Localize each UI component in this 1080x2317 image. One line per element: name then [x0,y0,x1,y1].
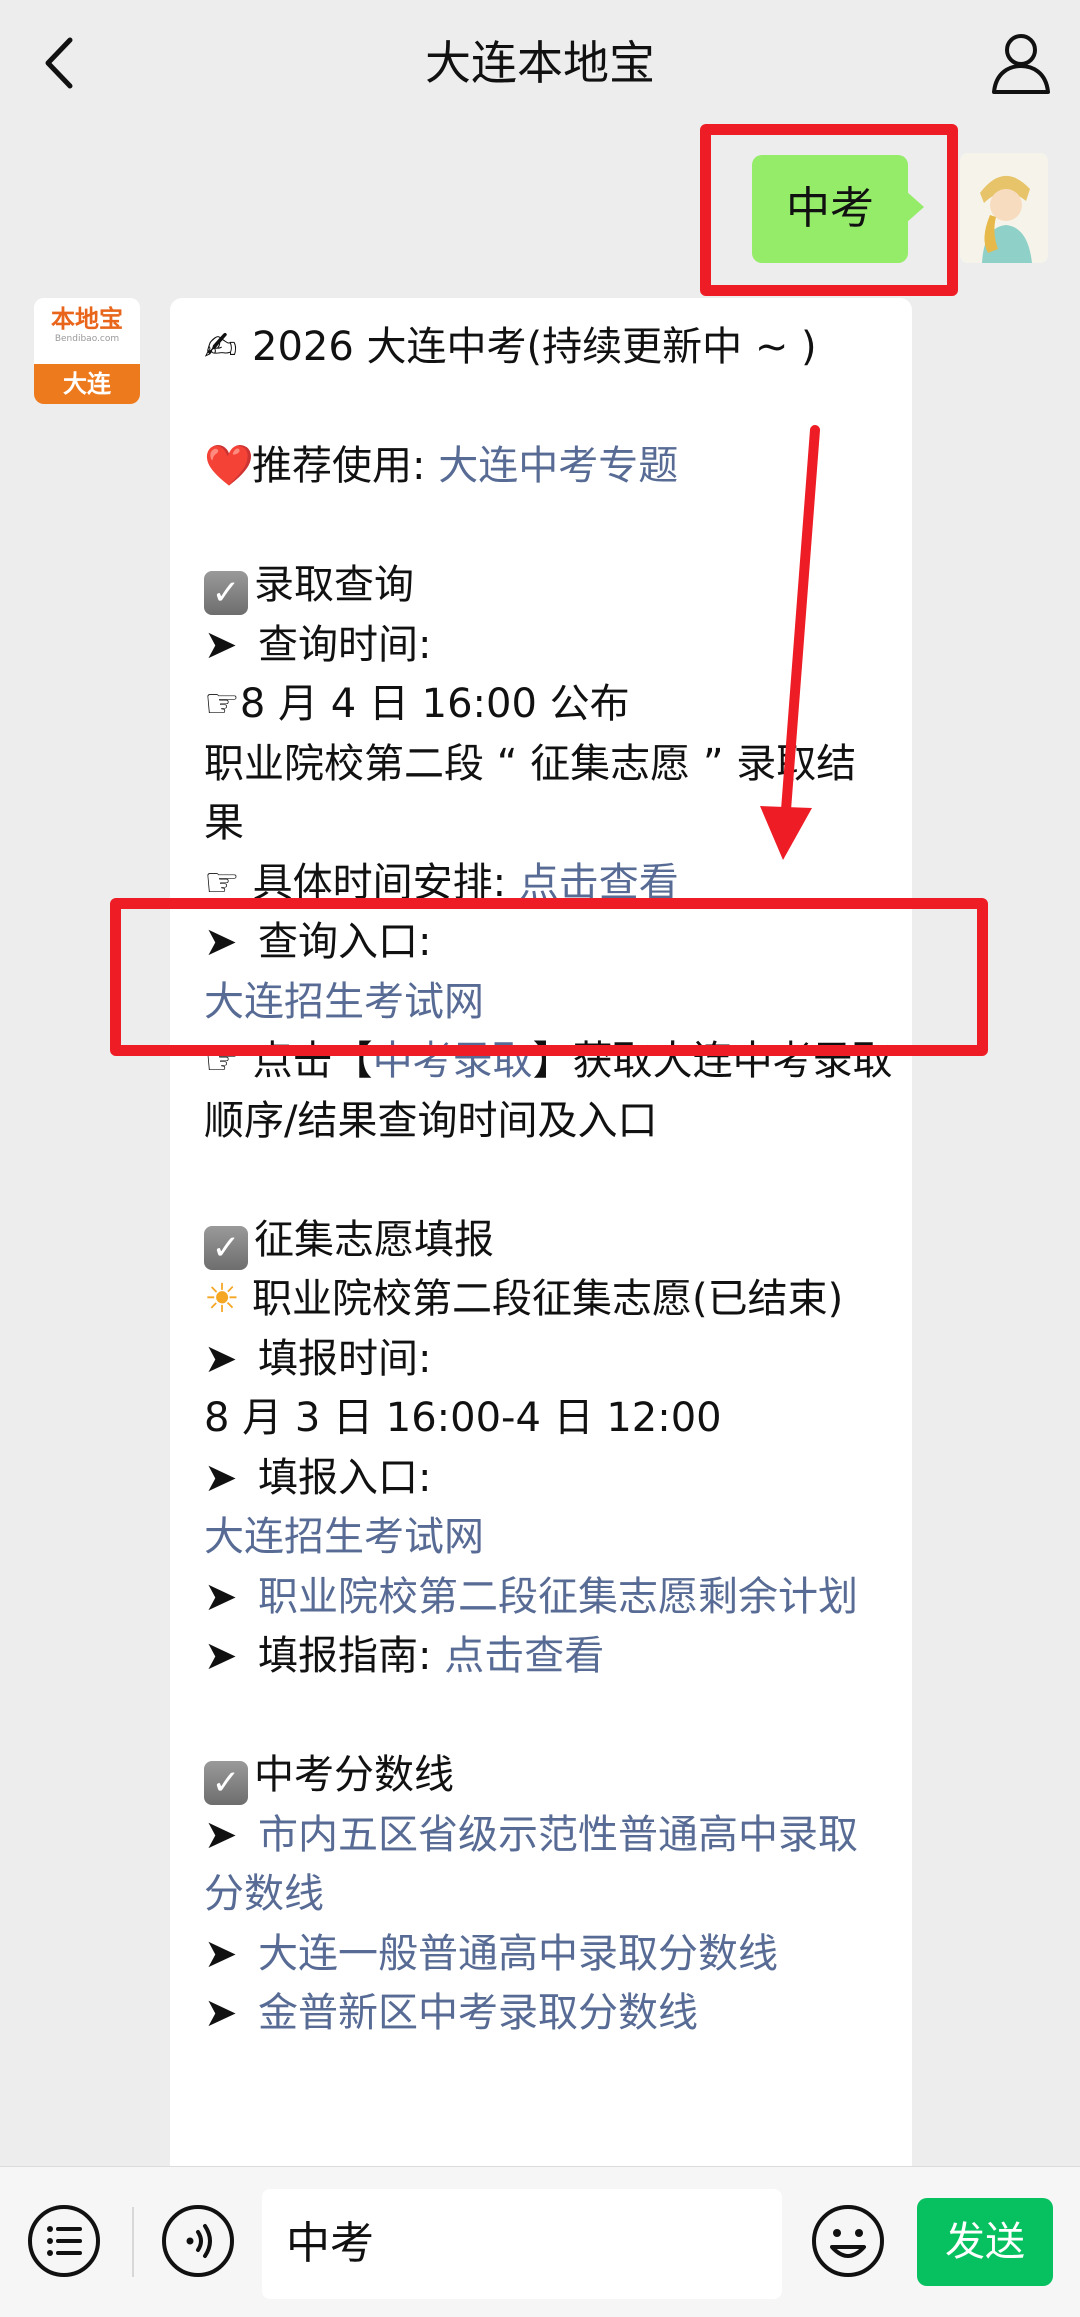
arrow-icon: ➤ [204,1573,238,1620]
recommend-label: 推荐使用: [252,443,426,489]
section-title-text: 征集志愿填报 [254,1216,494,1263]
scoreline-link[interactable]: 市内五区省级示范性普通高中录取分数线 [204,1812,858,1918]
sun-icon: ☀ [204,1276,240,1322]
list-item: ➤ 金普新区中考录取分数线 [204,1984,894,2044]
list-item: ➤ 市内五区省级示范性普通高中录取分数线 [204,1806,894,1925]
arrow-icon: ➤ [204,621,238,668]
input-bar: 中考 发送 [0,2166,1080,2317]
exam-site-link[interactable]: 大连招生考试网 [204,1508,894,1568]
menu-list-icon[interactable] [26,2203,102,2279]
arrow-icon: ➤ [204,1633,238,1679]
arrow-icon: ➤ [204,1930,238,1977]
avatar-logo-text: 本地宝 [51,305,123,333]
list-item: 职业院校第二段 “ 征集志愿 ” 录取结果 [204,740,857,847]
recommend-link[interactable]: 大连中考专题 [438,443,678,489]
list-item-text: 职业院校第二段征集志愿(已结束) [252,1276,844,1322]
voice-input-icon[interactable] [160,2203,236,2279]
arrow-icon: ➤ [204,1335,238,1382]
page-title: 大连本地宝 [425,36,655,90]
list-item-text: 填报入口: [258,1454,432,1501]
arrow-icon: ➤ [204,1990,238,2036]
chat-header: 大连本地宝 [0,0,1080,126]
back-chevron-icon[interactable] [30,30,90,96]
section-title-text: 中考分数线 [254,1752,454,1798]
official-account-avatar[interactable]: 本地宝 Bendibao.com 大连 [34,298,140,404]
section-volunteer-title: ✓ 征集志愿填报 [204,1211,894,1271]
pointing-hand-icon: ☞ [204,681,240,727]
check-box-icon: ✓ [204,1225,248,1270]
incoming-message-bubble: ✍ 2026 大连中考(持续更新中 ~ ) ❤️推荐使用: 大连中考专题 ✓ 录取查… [170,298,912,2178]
list-item: ☞8 月 4 日 16:00 公布 [204,675,894,735]
avatar-city-text: 大连 [34,364,140,404]
annotation-box-outgoing [700,124,958,296]
heart-icon: ❤️ [204,443,254,489]
message-title-line: ✍ 2026 大连中考(持续更新中 ~ ) [204,318,894,378]
section-scoreline-title: ✓ 中考分数线 [204,1746,894,1806]
divider [132,2207,134,2277]
list-item: 8 月 3 日 16:00-4 日 12:00 [204,1395,722,1441]
recommend-line: ❤️推荐使用: 大连中考专题 [204,437,894,497]
list-item-text: 查询时间: [258,621,432,668]
scoreline-link[interactable]: 大连一般普通高中录取分数线 [258,1931,778,1977]
writing-hand-icon: ✍ [204,324,238,370]
list-item-text: 填报时间: [258,1335,432,1382]
send-button[interactable]: 发送 [917,2198,1053,2286]
section-admission-title: ✓ 录取查询 [204,556,894,616]
message-input[interactable]: 中考 [262,2189,782,2299]
list-item-text: 8 月 4 日 16:00 公布 [239,681,630,727]
remaining-plan-link[interactable]: 职业院校第二段征集志愿剩余计划 [258,1574,858,1620]
avatar-site-text: Bendibao.com [54,334,120,344]
anime-avatar-icon [960,153,1048,263]
scoreline-link[interactable]: 金普新区中考录取分数线 [258,1990,698,2036]
message-title: 2026 大连中考(持续更新中 ~ ) [252,324,817,370]
list-item: ➤ 查询时间: [204,616,894,676]
list-item: ☀ 职业院校第二段征集志愿(已结束) [204,1270,894,1330]
arrow-icon: ➤ [204,1811,238,1858]
emoji-icon[interactable] [810,2203,886,2279]
check-box-icon: ✓ [204,1761,248,1805]
guide-link[interactable]: 点击查看 [444,1633,604,1679]
list-item: ➤ 填报入口: [204,1449,894,1509]
arrow-icon: ➤ [204,1454,238,1501]
message-content: ✍ 2026 大连中考(持续更新中 ~ ) ❤️推荐使用: 大连中考专题 ✓ 录取查… [204,318,894,2044]
list-item-text: 填报指南: [258,1633,432,1679]
self-avatar[interactable] [960,153,1048,263]
check-box-icon: ✓ [204,571,248,615]
annotation-box-entry [110,898,988,1056]
list-item: ➤ 填报指南: 点击查看 [204,1627,894,1687]
user-profile-icon[interactable] [988,28,1054,98]
list-item: ➤ 大连一般普通高中录取分数线 [204,1925,894,1985]
section-title-text: 录取查询 [254,562,414,608]
list-item: ➤ 填报时间: [204,1330,894,1390]
list-item: ➤ 职业院校第二段征集志愿剩余计划 [204,1568,894,1628]
